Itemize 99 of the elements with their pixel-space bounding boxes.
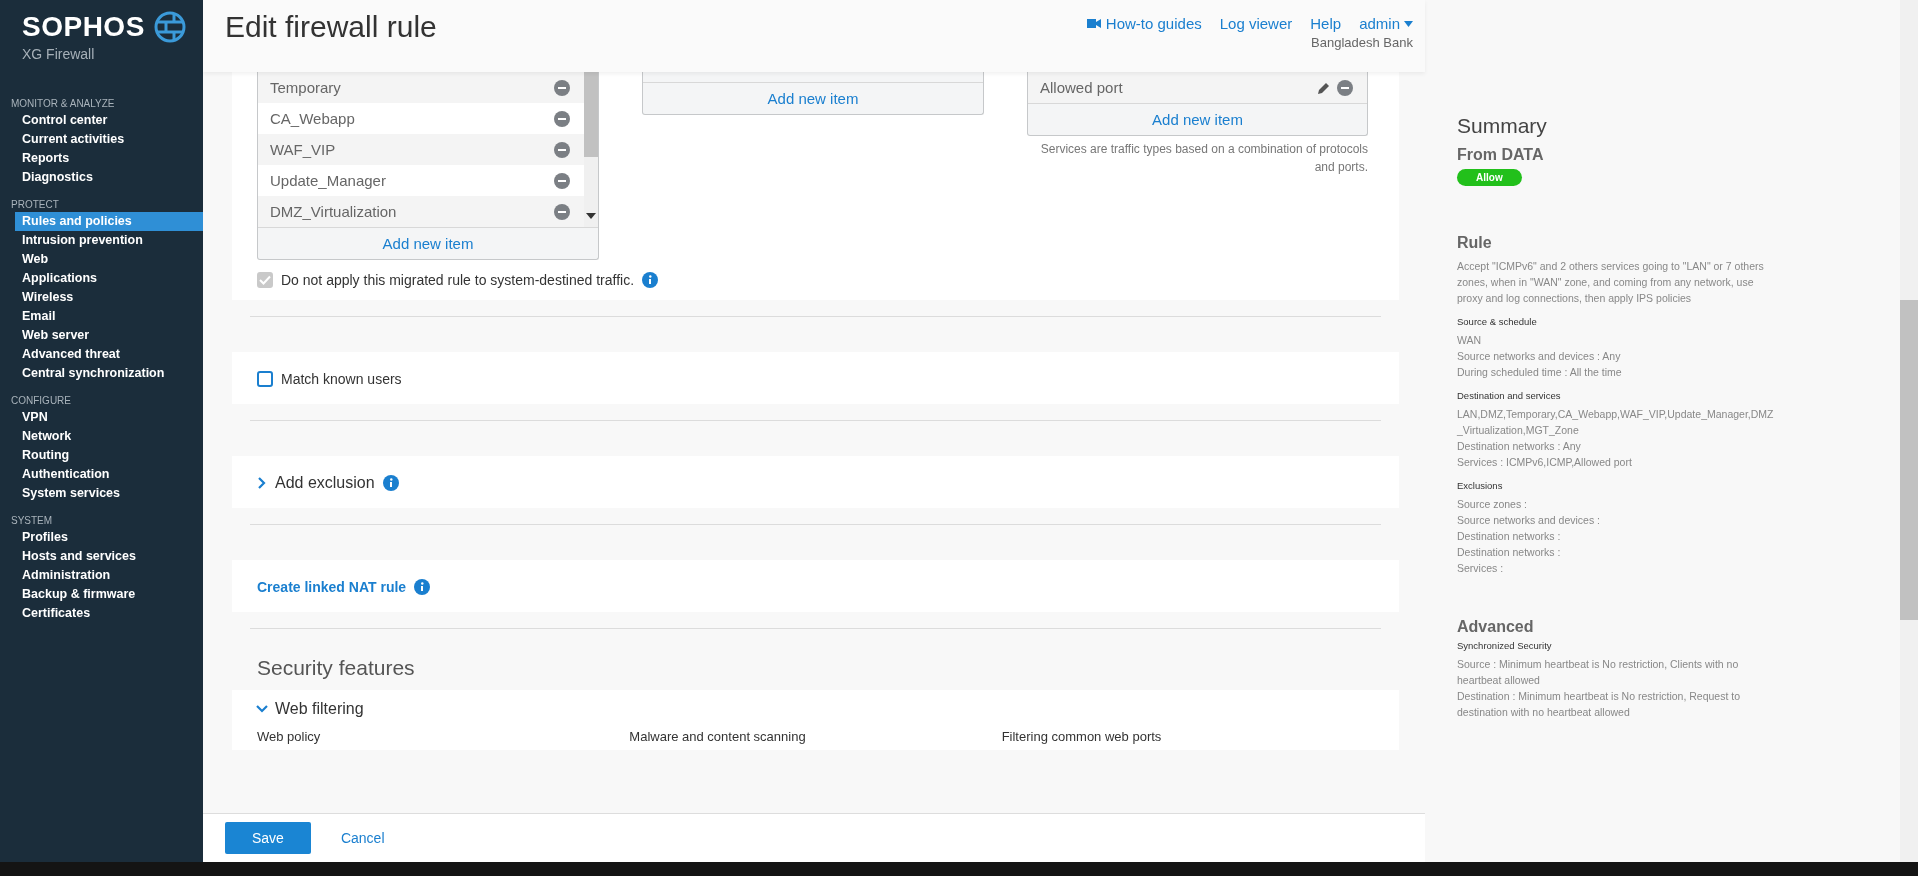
nav-item[interactable]: Certificates [15,604,203,623]
chevron-icon [257,477,267,489]
summary-subheading: Synchronized Security [1457,639,1553,653]
caret-icon[interactable] [586,213,596,219]
nav-item[interactable]: Wireless [15,288,203,307]
remove-icon[interactable] [554,172,570,189]
summary-subheading: Destination and services [1457,389,1562,403]
create-nat-rule-link[interactable]: Create linked NAT rule [257,579,407,595]
user-menu[interactable]: admin [1359,15,1413,32]
remove-icon[interactable] [554,110,570,127]
nav-item[interactable]: Current activities [15,130,203,149]
summary-line: Destination : Minimum heartbeat is No restriction, Request to destination with no heartbeat allowed [1457,689,1742,720]
nav-item[interactable]: Intrusion prevention [15,231,203,250]
header-link[interactable]: Help [1310,15,1342,32]
summary-subheading: Source & schedule [1457,315,1538,329]
add-new-item-link[interactable]: Add new item [1028,103,1367,135]
caret-icon [1404,20,1413,27]
field-label: Malware and content scanning [629,729,807,744]
list-item-label: Update_Manager [270,172,387,189]
list-item-label: Allowed port [1040,79,1124,96]
section-title: Security features [257,656,416,680]
summary-heading: Rule [1457,234,1493,252]
list-item-label: CA_Webapp [270,110,356,127]
nav-item[interactable]: Diagnostics [15,168,203,187]
nav-item[interactable]: Reports [15,149,203,168]
web-filtering-toggle[interactable]: Web filtering [257,700,364,718]
nav-section-title: CONFIGURE [10,395,72,406]
shield-globe-icon [152,10,187,44]
nav-item[interactable]: Central synchronization [15,364,203,383]
summary-line: Services : ICMPv6,ICMP,Allowed port [1457,455,1633,470]
info-icon[interactable] [642,272,658,288]
list-item-label: Temporary [270,79,342,96]
nav-item[interactable]: System services [15,484,203,503]
summary-title: Summary [1457,114,1548,138]
services-hint: Services are traffic types based on a combination of protocols and ports. [1039,141,1368,176]
rule-description: Accept "ICMPv6" and 2 others services going to "LAN" or 7 others zones, when in "WAN" zone, and coming from any network, use proxy and log connections, then apply IPS policies [1457,259,1765,306]
nav-item[interactable]: Profiles [15,528,203,547]
cancel-link[interactable]: Cancel [340,830,385,846]
chevron-icon [256,704,268,714]
summary-line: Source zones : [1457,497,1529,512]
remove-icon[interactable] [554,79,570,96]
nav-item[interactable]: Applications [15,269,203,288]
summary-subheading: Exclusions [1457,479,1504,493]
list-item-label: DMZ_Virtualization [270,203,398,220]
page-title: Edit firewall rule [225,10,437,45]
summary-line: Source : Minimum heartbeat is No restriction, Clients with no heartbeat allowed [1457,657,1740,688]
summary-line: Destination networks : [1457,529,1562,544]
summary-line: Source networks and devices : Any [1457,349,1622,364]
organization-name: Bangladesh Bank [1311,35,1413,50]
add-new-item-link[interactable]: Add new item [643,82,983,114]
summary-heading: Advanced [1457,618,1535,636]
nav-item[interactable]: Web server [15,326,203,345]
nav-item[interactable]: Network [15,427,203,446]
nav-item[interactable]: Control center [15,111,203,130]
remove-icon[interactable] [554,141,570,158]
product-name: XG Firewall [22,46,96,62]
nav-item[interactable]: Advanced threat [15,345,203,364]
remove-icon[interactable] [554,203,570,220]
nav-item[interactable]: Web [15,250,203,269]
field-label: Filtering common web ports [1001,729,1163,744]
add-exclusion-toggle[interactable]: Add exclusion [257,474,375,492]
list-item[interactable]: Update_Manager [258,165,584,196]
nav-item[interactable]: Routing [15,446,203,465]
nav-item[interactable]: Backup & firmware [15,585,203,604]
nav-item[interactable]: Email [15,307,203,326]
scrollbar[interactable] [1900,0,1918,862]
summary-line: Source networks and devices : [1457,513,1601,528]
checkbox-label: Do not apply this migrated rule to system-destined traffic. [281,272,634,288]
list-item[interactable]: CA_Webapp [258,103,584,134]
add-new-item-link[interactable]: Add new item [258,227,598,259]
info-icon[interactable] [414,579,431,595]
summary-line: During scheduled time : All the time [1457,365,1623,380]
list-item-label: WAF_VIP [270,141,337,158]
action-badge: Allow [1457,169,1522,186]
checkbox[interactable] [257,371,273,387]
header-link[interactable]: How-to guides [1105,15,1202,32]
nav-item[interactable]: Administration [15,566,203,585]
summary-line: LAN,DMZ,Temporary,CA_Webapp,WAF_VIP,Update_Manager,DMZ_Virtualization,MGT_Zone [1457,407,1775,438]
pencil-icon[interactable] [1317,80,1331,95]
nav-item[interactable]: Hosts and services [15,547,203,566]
save-button[interactable]: Save [225,822,311,854]
checkbox-label: Match known users [281,371,402,387]
summary-line: Services : [1457,561,1505,576]
summary-line: Destination networks : Any [1457,439,1582,454]
nav-item[interactable]: VPN [15,408,203,427]
brand-logo: SOPHOS [22,11,145,43]
nav-section-title: MONITOR & ANALYZE [10,98,116,109]
header-link[interactable]: Log viewer [1219,15,1293,32]
rule-name: From DATA [1457,146,1545,164]
video-camera-icon [1086,18,1101,29]
field-label: Web policy [257,729,322,744]
nav-section-title: SYSTEM [10,515,54,526]
summary-line: Destination networks : [1457,545,1562,560]
remove-icon[interactable] [1337,79,1353,96]
summary-line: WAN [1457,333,1483,348]
info-icon[interactable] [382,475,399,491]
nav-item[interactable]: Authentication [15,465,203,484]
scrollbar[interactable] [584,72,598,227]
nav-section-title: PROTECT [10,199,60,210]
